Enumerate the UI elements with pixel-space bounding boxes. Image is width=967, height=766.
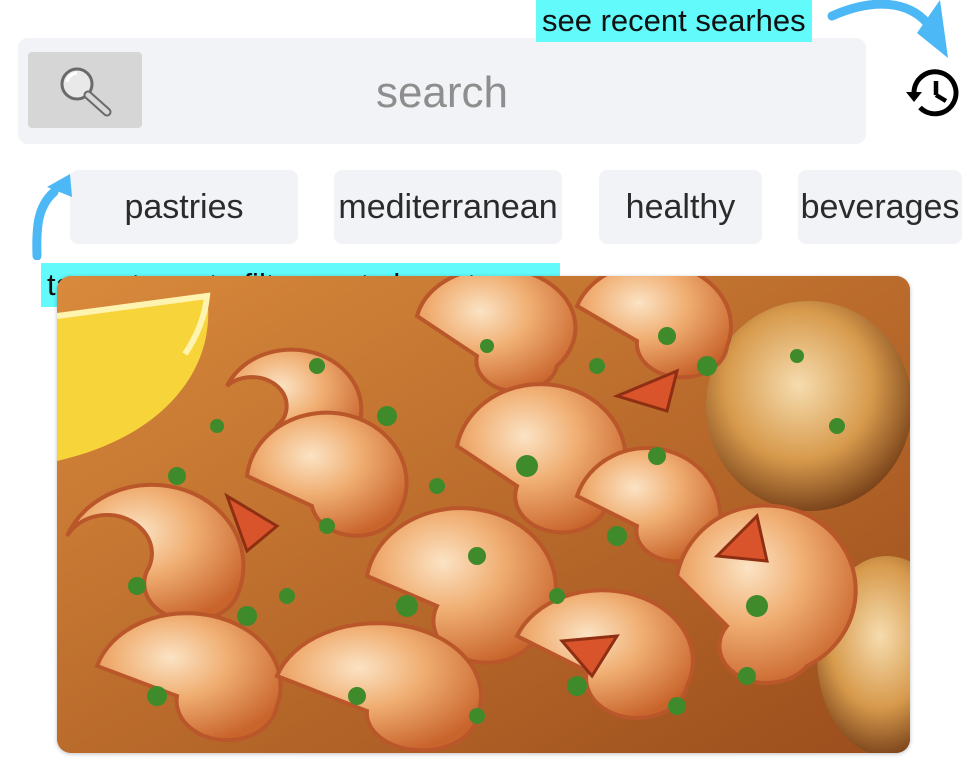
recent-searches-callout: see recent searhes (536, 0, 812, 42)
shrimp-dish-image (57, 276, 910, 753)
category-chip-mediterranean[interactable]: mediterranean (334, 170, 562, 244)
search-bar[interactable]: search (18, 38, 866, 144)
post-image-card[interactable] (57, 276, 910, 753)
category-chip-beverages[interactable]: beverages (798, 170, 962, 244)
history-icon[interactable] (905, 63, 965, 123)
arrow-to-history-icon (827, 0, 948, 58)
category-chip-healthy[interactable]: healthy (599, 170, 762, 244)
category-chip-pastries[interactable]: pastries (70, 170, 298, 244)
search-input[interactable]: search (18, 68, 866, 118)
arrow-to-category-chips (32, 174, 72, 260)
